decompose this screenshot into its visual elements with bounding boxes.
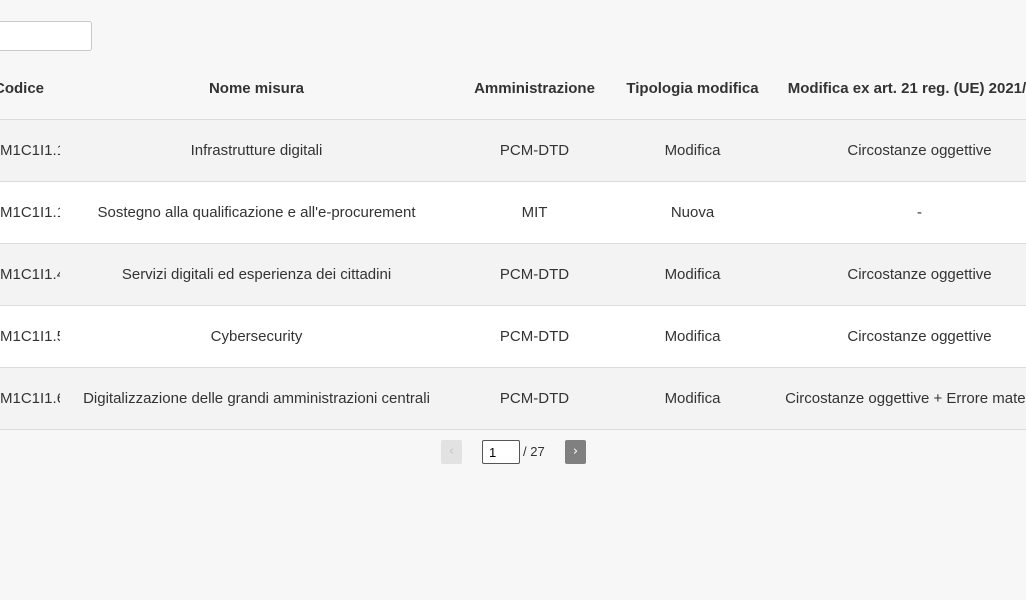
- cell-admin: MIT: [453, 181, 616, 244]
- column-header-admin[interactable]: Amministrazione: [453, 57, 616, 120]
- cell-modification: -: [769, 181, 1026, 244]
- cell-admin: PCM-DTD: [453, 367, 616, 430]
- column-header-code[interactable]: Codice: [0, 57, 60, 120]
- cell-name: Servizi digitali ed esperienza dei citta…: [60, 243, 453, 306]
- cell-type: Modifica: [616, 243, 769, 306]
- cell-admin: PCM-DTD: [453, 119, 616, 182]
- cell-code: M1C1I1.5: [0, 305, 60, 368]
- cell-code: M1C1I1.10: [0, 181, 60, 244]
- cell-modification: Circostanze oggettive: [769, 119, 1026, 182]
- table-row[interactable]: M1C1I1.5 Cybersecurity PCM-DTD Modifica …: [0, 305, 1026, 368]
- cell-name: Sostegno alla qualificazione e all'e-pro…: [60, 181, 453, 244]
- cell-type: Modifica: [616, 305, 769, 368]
- table-header: Codice Nome misura Amministrazione Tipol…: [0, 57, 1026, 120]
- cell-modification: Circostanze oggettive: [769, 243, 1026, 306]
- cell-name: Cybersecurity: [60, 305, 453, 368]
- table-header-row: Codice Nome misura Amministrazione Tipol…: [0, 57, 1026, 120]
- column-header-modification[interactable]: Modifica ex art. 21 reg. (UE) 2021/241: [769, 57, 1026, 120]
- table-row[interactable]: M1C1I1.4 Servizi digitali ed esperienza …: [0, 243, 1026, 306]
- column-header-type[interactable]: Tipologia modifica: [616, 57, 769, 120]
- table-row[interactable]: M1C1I1.1 Infrastrutture digitali PCM-DTD…: [0, 119, 1026, 182]
- previous-page-button[interactable]: ‹: [441, 440, 462, 464]
- table-row[interactable]: M1C1I1.6 Digitalizzazione delle grandi a…: [0, 367, 1026, 430]
- cell-name: Infrastrutture digitali: [60, 119, 453, 182]
- pagination: ‹ / 27 ›: [0, 440, 1026, 464]
- cell-code: M1C1I1.4: [0, 243, 60, 306]
- cell-type: Modifica: [616, 119, 769, 182]
- page-total-label: / 27: [523, 444, 545, 459]
- cell-name: Digitalizzazione delle grandi amministra…: [60, 367, 453, 430]
- cell-type: Modifica: [616, 367, 769, 430]
- cell-admin: PCM-DTD: [453, 305, 616, 368]
- cell-modification: Circostanze oggettive + Errore materiale: [769, 367, 1026, 430]
- measures-table: Codice Nome misura Amministrazione Tipol…: [0, 57, 1026, 430]
- page-number-input[interactable]: [482, 440, 520, 464]
- search-input[interactable]: [0, 21, 92, 51]
- column-header-name[interactable]: Nome misura: [60, 57, 453, 120]
- cell-type: Nuova: [616, 181, 769, 244]
- next-page-button[interactable]: ›: [565, 440, 586, 464]
- table-body: M1C1I1.1 Infrastrutture digitali PCM-DTD…: [0, 119, 1026, 430]
- table-row[interactable]: M1C1I1.10 Sostegno alla qualificazione e…: [0, 181, 1026, 244]
- page: Codice Nome misura Amministrazione Tipol…: [0, 0, 1026, 600]
- cell-modification: Circostanze oggettive: [769, 305, 1026, 368]
- cell-code: M1C1I1.1: [0, 119, 60, 182]
- cell-code: M1C1I1.6: [0, 367, 60, 430]
- cell-admin: PCM-DTD: [453, 243, 616, 306]
